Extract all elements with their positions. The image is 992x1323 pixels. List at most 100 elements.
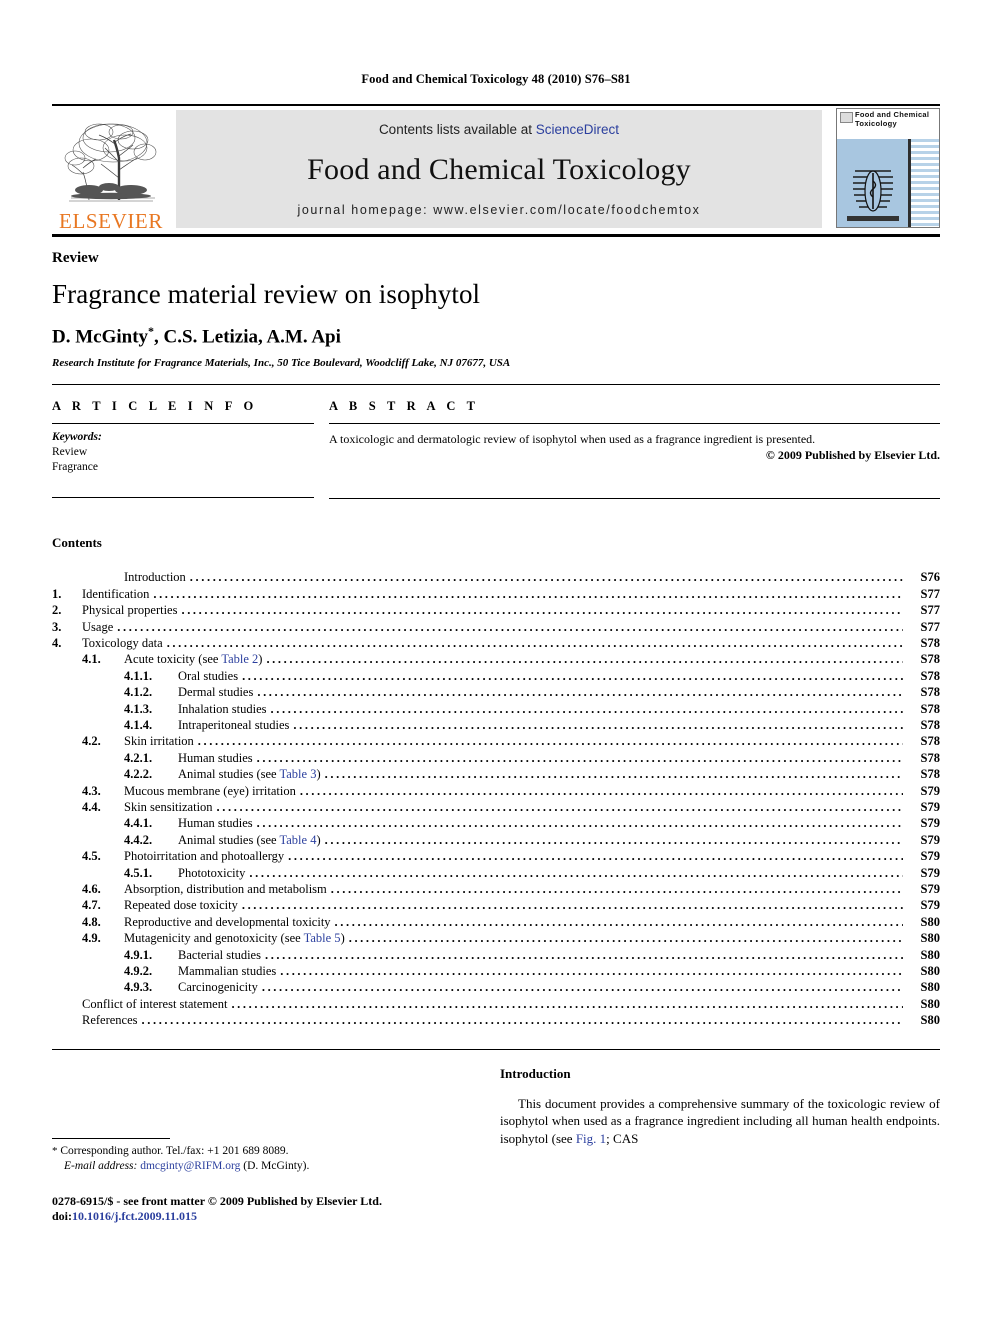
toc-entry-label-end: ): [316, 832, 321, 847]
footnote-line-2: E-mail address: dmcginty@RIFM.org (D. Mc…: [52, 1159, 482, 1174]
toc-page-number: S78: [920, 668, 940, 683]
toc-entry-number: 4.4.1.: [124, 816, 153, 831]
toc-entry[interactable]: 4.1.4. Intraperitoneal studies...........…: [52, 717, 940, 733]
page-bottom-rule: [52, 1048, 940, 1050]
toc-entry[interactable]: 4.1.2. Dermal studies....................…: [52, 684, 940, 700]
keyword-item: Fragrance: [52, 461, 98, 474]
toc-table-link[interactable]: Table 3: [280, 767, 317, 781]
abstract-text: A toxicologic and dermatologic review of…: [329, 432, 816, 447]
doi-link[interactable]: 10.1016/j.fct.2009.11.015: [72, 1209, 197, 1223]
toc-entry[interactable]: 4.4. Skin sensitization..................…: [52, 799, 940, 815]
toc-entry[interactable]: 2. Physical properties...................…: [52, 602, 940, 618]
toc-entry[interactable]: 4.1.3. Inhalation studies................…: [52, 701, 940, 717]
toc-entry-number: 4.9.2.: [124, 964, 153, 979]
toc-entry[interactable]: 4.1. Acute toxicity (see Table 2)........…: [52, 651, 940, 667]
toc-entry-number: 4.5.1.: [124, 865, 153, 880]
toc-leader-dots: ........................................…: [270, 701, 903, 716]
toc-entry-label-end: ): [316, 767, 321, 782]
toc-entry-label: Phototoxicity: [178, 865, 246, 880]
toc-leader-dots: ........................................…: [189, 570, 903, 585]
toc-page-number: S80: [920, 996, 940, 1011]
footnote-rule: [52, 1137, 170, 1139]
article-info-heading: A R T I C L E I N F O: [52, 399, 258, 414]
toc-entry-label: Animal studies (see Table 3): [178, 767, 321, 782]
toc-entry[interactable]: 4.3. Mucous membrane (eye) irritation....…: [52, 783, 940, 799]
footer-left-column: * Corresponding author. Tel./fax: +1 201…: [52, 1060, 482, 1225]
introduction-text-start: This document provides a comprehensive s…: [500, 1095, 940, 1146]
toc-entry-number: 4.4.2.: [124, 832, 153, 847]
toc-leader-dots: ........................................…: [241, 898, 903, 913]
toc-table-link[interactable]: Table 2: [221, 652, 258, 666]
toc-entry[interactable]: 4.2. Skin irritation.....................…: [52, 733, 940, 749]
toc-entry[interactable]: 4.1.1. Oral studies......................…: [52, 668, 940, 684]
banner-bottom-rule: [52, 234, 940, 237]
toc-entry-number: 4.1.: [82, 652, 101, 667]
toc-page-number: S79: [920, 783, 940, 798]
toc-table-link[interactable]: Table 4: [280, 833, 317, 847]
toc-entry-number: 4.9.3.: [124, 980, 153, 995]
toc-entry[interactable]: Introduction............................…: [52, 569, 940, 585]
toc-entry[interactable]: References..............................…: [52, 1012, 940, 1028]
toc-page-number: S80: [920, 914, 940, 929]
toc-entry-label: Introduction: [124, 570, 186, 585]
toc-entry-number: 4.1.3.: [124, 701, 153, 716]
toc-entry-number: 1.: [52, 586, 62, 601]
journal-homepage-line[interactable]: journal homepage: www.elsevier.com/locat…: [297, 203, 700, 217]
toc-entry-label: Absorption, distribution and metabolism: [124, 882, 327, 897]
toc-entry-label: Skin irritation: [124, 734, 194, 749]
footnote-line-1: * Corresponding author. Tel./fax: +1 201…: [52, 1144, 482, 1159]
toc-page-number: S80: [920, 947, 940, 962]
toc-entry[interactable]: 4.9. Mutagenicity and genotoxicity (see T…: [52, 930, 940, 946]
toc-entry[interactable]: 1. Identification........................…: [52, 586, 940, 602]
toc-entry-label: Intraperitoneal studies: [178, 717, 290, 732]
journal-title: Food and Chemical Toxicology: [307, 153, 691, 186]
keyword-item: Review: [52, 446, 88, 459]
figure-1-link[interactable]: Fig. 1: [576, 1131, 606, 1146]
toc-leader-dots: ........................................…: [257, 685, 903, 700]
imprint-block: 0278-6915/$ - see front matter © 2009 Pu…: [52, 1194, 482, 1225]
toc-table-link[interactable]: Table 5: [304, 931, 341, 945]
toc-entry[interactable]: 3. Usage.................................…: [52, 619, 940, 635]
email-owner: (D. McGinty).: [243, 1159, 310, 1172]
toc-entry[interactable]: 4.5. Photoirritation and photoallergy....…: [52, 848, 940, 864]
toc-entry[interactable]: 4.6. Absorption, distribution and metabol…: [52, 881, 940, 897]
keywords-label: Keywords:: [52, 431, 102, 444]
toc-entry[interactable]: 4.2.2. Animal studies (see Table 3)......…: [52, 766, 940, 782]
toc-entry-number: 3.: [52, 619, 62, 634]
toc-page-number: S78: [920, 635, 940, 650]
toc-entry[interactable]: 4. Toxicology data.......................…: [52, 635, 940, 651]
toc-entry-label: Oral studies: [178, 668, 239, 683]
toc-entry-label: Inhalation studies: [178, 701, 267, 716]
sciencedirect-link[interactable]: ScienceDirect: [536, 122, 619, 137]
toc-leader-dots: ........................................…: [348, 931, 903, 946]
toc-entry[interactable]: 4.8. Reproductive and developmental toxic…: [52, 914, 940, 930]
toc-entry[interactable]: Conflict of interest statement..........…: [52, 996, 940, 1012]
email-link[interactable]: dmcginty@RIFM.org: [140, 1160, 240, 1172]
toc-entry-number: 4.9.: [82, 931, 101, 946]
toc-entry[interactable]: 4.9.3. Carcinogenicity...................…: [52, 979, 940, 995]
toc-entry[interactable]: 4.7. Repeated dose toxicity..............…: [52, 897, 940, 913]
toc-entry[interactable]: 4.2.1. Human studies.....................…: [52, 750, 940, 766]
toc-entry-label: References: [82, 1013, 138, 1028]
toc-entry[interactable]: 4.4.1. Human studies.....................…: [52, 815, 940, 831]
toc-page-number: S79: [920, 816, 940, 831]
toc-entry[interactable]: 4.4.2. Animal studies (see Table 4)......…: [52, 832, 940, 848]
toc-entry-label-end: ): [340, 931, 345, 946]
toc-entry[interactable]: 4.9.2. Mammalian studies.................…: [52, 963, 940, 979]
toc-page-number: S78: [920, 767, 940, 782]
toc-leader-dots: ........................................…: [231, 996, 903, 1011]
banner-center-box: Contents lists available at ScienceDirec…: [176, 110, 822, 228]
contents-heading: Contents: [52, 535, 102, 551]
toc-entry[interactable]: 4.9.1. Bacterial studies.................…: [52, 947, 940, 963]
footnote-star-marker: *: [52, 1144, 58, 1157]
article-info-rule-bottom: [52, 497, 314, 499]
toc-entry-number: 4.2.2.: [124, 767, 153, 782]
toc-page-number: S77: [920, 619, 940, 634]
toc-leader-dots: ........................................…: [216, 800, 903, 815]
toc-leader-dots: ........................................…: [330, 882, 903, 897]
toc-entry-number: 4.5.: [82, 849, 101, 864]
contents-lists-prefix: Contents lists available at: [378, 122, 536, 137]
title-rule: [52, 384, 940, 386]
toc-page-number: S78: [920, 652, 940, 667]
toc-entry[interactable]: 4.5.1. Phototoxicity.....................…: [52, 865, 940, 881]
